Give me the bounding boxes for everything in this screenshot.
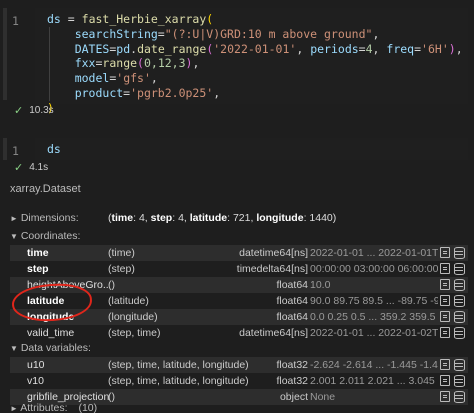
data-row-u10: u10 (step, time, latitude, longitude) fl…	[10, 357, 468, 373]
var-dims: (time)	[108, 246, 135, 259]
dimensions-toggle[interactable]: ► Dimensions:	[10, 212, 79, 224]
execution-time: 10.3s	[29, 105, 54, 116]
var-preview: 0.0 0.25 0.5 ... 359.2 359.5 359.8	[310, 310, 438, 323]
code-line-3: DATES=pd.date_range('2022-01-01', period…	[74, 41, 463, 56]
code-line-7: )	[47, 100, 54, 115]
code-line-6: product='pgrb2.0p25',	[74, 85, 221, 100]
attributes-icon[interactable]	[440, 391, 450, 403]
code-line-1: ds	[47, 142, 61, 156]
data-icon[interactable]	[454, 359, 465, 372]
attributes-icon[interactable]	[440, 263, 450, 275]
data-icon[interactable]	[454, 279, 465, 292]
code-cell-1[interactable]: 1 ds = fast_Herbie_xarray( searchString=…	[0, 0, 474, 120]
attributes-icon[interactable]	[440, 359, 450, 371]
code-editor-1[interactable]: 1 ds = fast_Herbie_xarray( searchString=…	[12, 8, 468, 115]
code-editor-2[interactable]: 1 ds	[12, 138, 468, 160]
var-dims: (latitude)	[108, 294, 149, 307]
var-name: valid_time	[27, 326, 75, 339]
attributes-icon[interactable]	[440, 247, 450, 259]
expanded-arrow-icon: ▼	[10, 344, 18, 353]
attributes-label: Attributes:	[20, 402, 68, 413]
var-dtype: datetime64[ns]	[239, 326, 308, 339]
var-dtype: float64	[276, 278, 308, 291]
var-dims: (step, time, latitude, longitude)	[108, 374, 249, 387]
var-dtype: timedelta64[ns]	[236, 262, 308, 275]
var-preview: 10.0	[310, 278, 331, 291]
data-icon[interactable]	[454, 375, 465, 388]
var-dims: (longitude)	[108, 310, 158, 323]
check-icon: ✓	[14, 105, 24, 117]
var-dtype: float64	[276, 310, 308, 323]
data-icon[interactable]	[454, 311, 465, 324]
cell-focus-bar	[3, 138, 7, 160]
data-icon[interactable]	[454, 295, 465, 308]
coord-row-valid-time: valid_time (step, time) datetime64[ns] 2…	[10, 325, 468, 341]
cell-status-2: ✓ 4.1s	[14, 161, 48, 174]
code-line-4: fxx=range(0,12,3),	[74, 56, 200, 71]
cell-status-1: ✓ 10.3s	[14, 104, 54, 117]
var-dims: (step, time)	[108, 326, 161, 339]
attributes-icon[interactable]	[440, 375, 450, 387]
var-dims: (step, time, latitude, longitude)	[108, 358, 249, 371]
data-icon[interactable]	[454, 247, 465, 260]
attributes-icon[interactable]	[440, 279, 450, 291]
var-preview: 00:00:00 03:00:00 06:00:00 09:...	[310, 262, 438, 275]
var-preview: None	[310, 390, 336, 403]
var-dims: (step)	[108, 262, 135, 275]
attributes-icon[interactable]	[440, 295, 450, 307]
var-preview: 2.001 2.011 2.021 ... 3.045 3.03	[310, 374, 438, 387]
cell-focus-bar	[3, 8, 7, 100]
attributes-toggle[interactable]: ► Attributes: (10)	[10, 402, 97, 413]
coord-row-step: step (step) timedelta64[ns] 00:00:00 03:…	[10, 261, 468, 277]
coordinates-label: Coordinates:	[20, 230, 81, 242]
check-icon: ✓	[14, 162, 24, 174]
var-name: gribfile_projection	[27, 390, 110, 403]
var-dims: ()	[108, 278, 115, 291]
attributes-icon[interactable]	[440, 327, 450, 339]
var-name: u10	[27, 358, 45, 371]
collapsed-arrow-icon: ►	[10, 404, 18, 413]
var-dtype: datetime64[ns]	[239, 246, 308, 259]
attributes-icon[interactable]	[440, 311, 450, 323]
var-dtype: object	[279, 390, 308, 403]
var-dtype: float32	[276, 358, 308, 371]
var-preview: -2.624 -2.614 ... -1.445 -1.435	[310, 358, 438, 371]
data-icon[interactable]	[454, 327, 465, 340]
collapsed-arrow-icon: ►	[10, 214, 18, 223]
var-preview: 2022-01-01 ... 2022-01-02T03...	[310, 326, 438, 339]
var-dims: ()	[108, 390, 115, 403]
data-icon[interactable]	[454, 391, 465, 404]
attributes-count: (10)	[78, 402, 98, 413]
var-dtype: float32	[276, 374, 308, 387]
var-dtype: float64	[276, 294, 308, 307]
line-number: 1	[12, 144, 19, 158]
var-name: step	[27, 262, 49, 275]
var-name: time	[27, 246, 49, 259]
expanded-arrow-icon: ▼	[10, 232, 18, 241]
var-preview: 90.0 89.75 89.5 ... -89.75 -90.0	[310, 294, 438, 307]
indent-guide	[49, 27, 50, 101]
dataset-title: xarray.Dataset	[10, 183, 81, 195]
code-line-5: model='gfs',	[74, 71, 158, 86]
data-row-v10: v10 (step, time, latitude, longitude) fl…	[10, 373, 468, 389]
data-variables-toggle[interactable]: ▼ Data variables:	[10, 342, 91, 354]
code-line-1: ds = fast_Herbie_xarray(	[47, 12, 214, 26]
dimensions-values: (time: 4, step: 4, latitude: 721, longit…	[108, 212, 337, 224]
code-line-2: searchString="(?:U|V)GRD:10 m above grou…	[74, 26, 380, 41]
var-name: v10	[27, 374, 44, 387]
execution-time: 4.1s	[29, 162, 49, 173]
coord-row-time: time (time) datetime64[ns] 2022-01-01 ..…	[10, 245, 468, 261]
data-icon[interactable]	[454, 263, 465, 276]
coordinates-toggle[interactable]: ▼ Coordinates:	[10, 230, 80, 242]
data-variables-label: Data variables:	[20, 342, 91, 354]
code-cell-2[interactable]: 1 ds ✓ 4.1s	[0, 132, 474, 174]
line-number: 1	[12, 14, 19, 28]
var-preview: 2022-01-01 ... 2022-01-01T18...	[310, 246, 438, 259]
dimensions-label: Dimensions:	[20, 212, 79, 224]
